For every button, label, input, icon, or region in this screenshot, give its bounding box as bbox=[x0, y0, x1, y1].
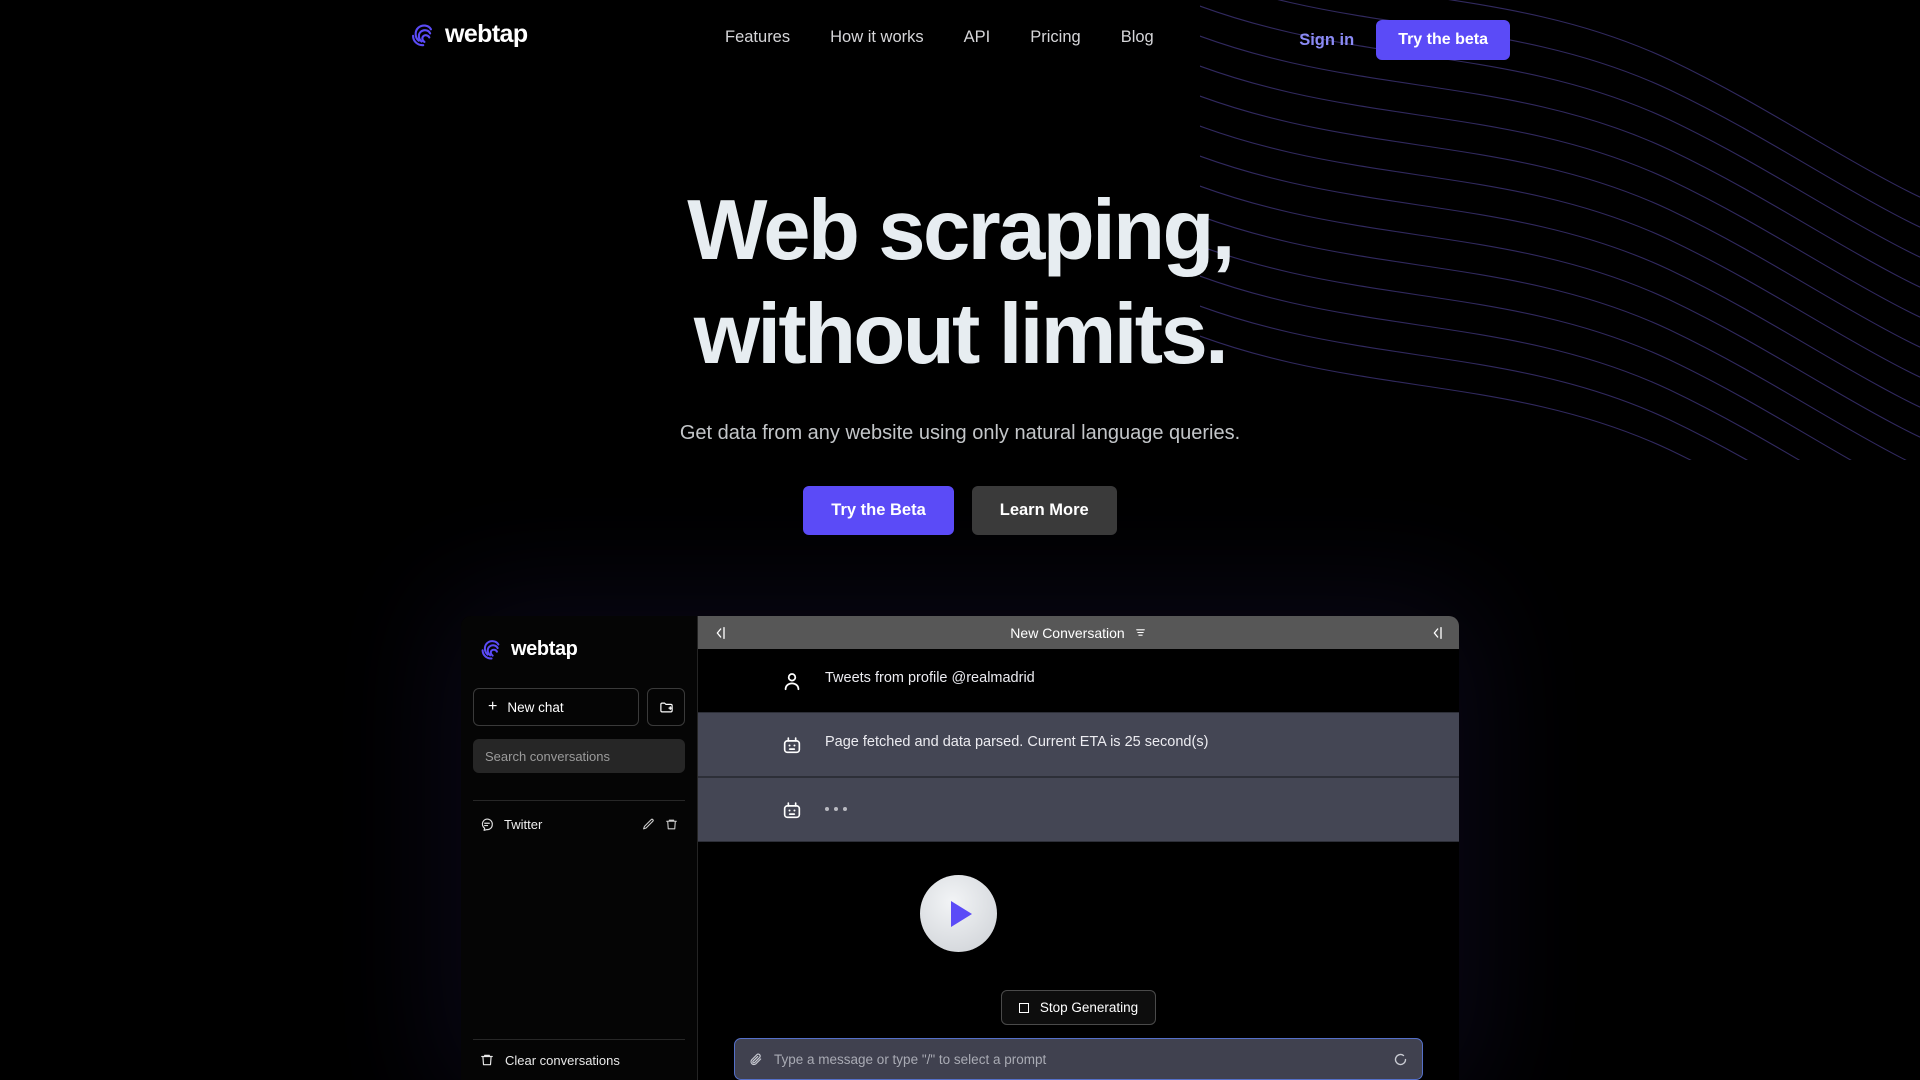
hero-title-line-1: Web scraping, bbox=[687, 183, 1235, 278]
arrow-left-collapse-icon bbox=[716, 626, 725, 639]
pencil-icon[interactable] bbox=[642, 818, 655, 831]
message-composer[interactable]: Type a message or type "/" to select a p… bbox=[734, 1038, 1423, 1080]
nav-item-api[interactable]: API bbox=[964, 28, 991, 47]
spinner-icon bbox=[1394, 1053, 1407, 1065]
play-video-button[interactable] bbox=[920, 875, 997, 952]
sidebar-divider bbox=[473, 800, 685, 801]
spiral-logo-icon bbox=[481, 640, 500, 660]
chat-bubble-icon bbox=[481, 818, 493, 831]
play-triangle-icon bbox=[950, 900, 972, 927]
brand-logo[interactable]: webtap bbox=[409, 20, 528, 49]
conversation-title: Twitter bbox=[504, 817, 543, 832]
spiral-logo-icon bbox=[412, 24, 432, 46]
message-bot: Page fetched and data parsed. Current ET… bbox=[698, 712, 1459, 777]
nav-item-blog[interactable]: Blog bbox=[1121, 28, 1154, 47]
collapse-panel-right-button[interactable] bbox=[1426, 622, 1448, 644]
arrow-left-collapse-icon bbox=[1433, 626, 1442, 639]
attachment-icon[interactable] bbox=[749, 1052, 763, 1066]
app-main-pane: New Conversation Tweets from profile @re… bbox=[698, 616, 1459, 1080]
stop-square-icon bbox=[1018, 1002, 1029, 1013]
message-text: Page fetched and data parsed. Current ET… bbox=[825, 734, 1209, 750]
search-input[interactable] bbox=[485, 748, 673, 764]
stop-generating-row: Stop Generating bbox=[698, 990, 1459, 1025]
hero-subtitle: Get data from any website using only nat… bbox=[679, 422, 1241, 445]
stop-generating-label: Stop Generating bbox=[1039, 1000, 1139, 1015]
hamburger-icon bbox=[1135, 629, 1145, 636]
app-sidebar-brand: webtap bbox=[479, 638, 685, 661]
search-conversations-box[interactable] bbox=[473, 739, 685, 773]
composer-placeholder: Type a message or type "/" to select a p… bbox=[774, 1051, 1047, 1067]
top-navbar: webtap Features How it works API Pricing… bbox=[0, 0, 1920, 80]
message-user: Tweets from profile @realmadrid bbox=[698, 649, 1459, 712]
app-demo-window: webtap + New chat Search conversations T… bbox=[461, 616, 1459, 1080]
plus-icon: + bbox=[488, 698, 498, 715]
sign-in-link[interactable]: Sign in bbox=[1299, 31, 1354, 50]
clear-conversations-label: Clear conversations bbox=[505, 1052, 620, 1068]
chat-title: New Conversation bbox=[1010, 624, 1125, 641]
chat-header: New Conversation bbox=[698, 616, 1459, 649]
new-chat-label: New chat bbox=[507, 699, 564, 715]
try-the-beta-button[interactable]: Try the beta bbox=[1376, 20, 1510, 60]
hero-cta-row: Try the Beta Learn More bbox=[0, 486, 1920, 536]
folder-plus-icon bbox=[659, 702, 673, 712]
learn-more-button[interactable]: Learn More bbox=[971, 486, 1117, 536]
app-sidebar-brand-name: webtap bbox=[511, 638, 578, 660]
person-icon bbox=[784, 673, 800, 691]
nav-item-features[interactable]: Features bbox=[725, 28, 790, 47]
trash-icon bbox=[481, 1054, 493, 1066]
conversation-list-item[interactable]: Twitter bbox=[473, 809, 685, 840]
hero-title-line-2: without limits. bbox=[693, 286, 1229, 382]
clear-conversations-button[interactable]: Clear conversations bbox=[473, 1040, 685, 1080]
typing-dot bbox=[843, 807, 847, 811]
sidebar-action-row: + New chat bbox=[473, 688, 685, 726]
new-folder-button[interactable] bbox=[647, 688, 685, 726]
typing-dot bbox=[825, 807, 829, 811]
robot-icon bbox=[783, 737, 801, 754]
nav-item-pricing[interactable]: Pricing bbox=[1030, 28, 1080, 47]
brand-name: webtap bbox=[445, 20, 528, 48]
nav-links: Features How it works API Pricing Blog bbox=[725, 28, 1154, 47]
hero-section: Web scraping, without limits. Get data f… bbox=[0, 188, 1920, 536]
new-chat-button[interactable]: + New chat bbox=[473, 688, 639, 726]
typing-indicator bbox=[825, 807, 847, 811]
landing-page: webtap Features How it works API Pricing… bbox=[0, 0, 1920, 1080]
stop-generating-button[interactable]: Stop Generating bbox=[1000, 990, 1157, 1025]
trash-icon[interactable] bbox=[665, 818, 678, 831]
try-the-beta-cta-button[interactable]: Try the Beta bbox=[803, 486, 954, 536]
chat-title-wrap: New Conversation bbox=[698, 625, 1459, 641]
message-text: Tweets from profile @realmadrid bbox=[825, 670, 1035, 686]
page-title: Web scraping, without limits. bbox=[0, 188, 1920, 382]
typing-dot bbox=[834, 807, 838, 811]
robot-icon bbox=[783, 802, 801, 819]
app-sidebar: webtap + New chat Search conversations T… bbox=[461, 616, 698, 1080]
message-bot-typing bbox=[698, 777, 1459, 842]
collapse-sidebar-left-button[interactable] bbox=[709, 622, 731, 644]
conversation-actions bbox=[642, 818, 678, 831]
chat-bottom-bar: Stop Generating Type a message or type "… bbox=[698, 990, 1459, 1080]
nav-actions: Sign in Try the beta bbox=[1299, 20, 1510, 60]
nav-item-how-it-works[interactable]: How it works bbox=[830, 28, 924, 47]
